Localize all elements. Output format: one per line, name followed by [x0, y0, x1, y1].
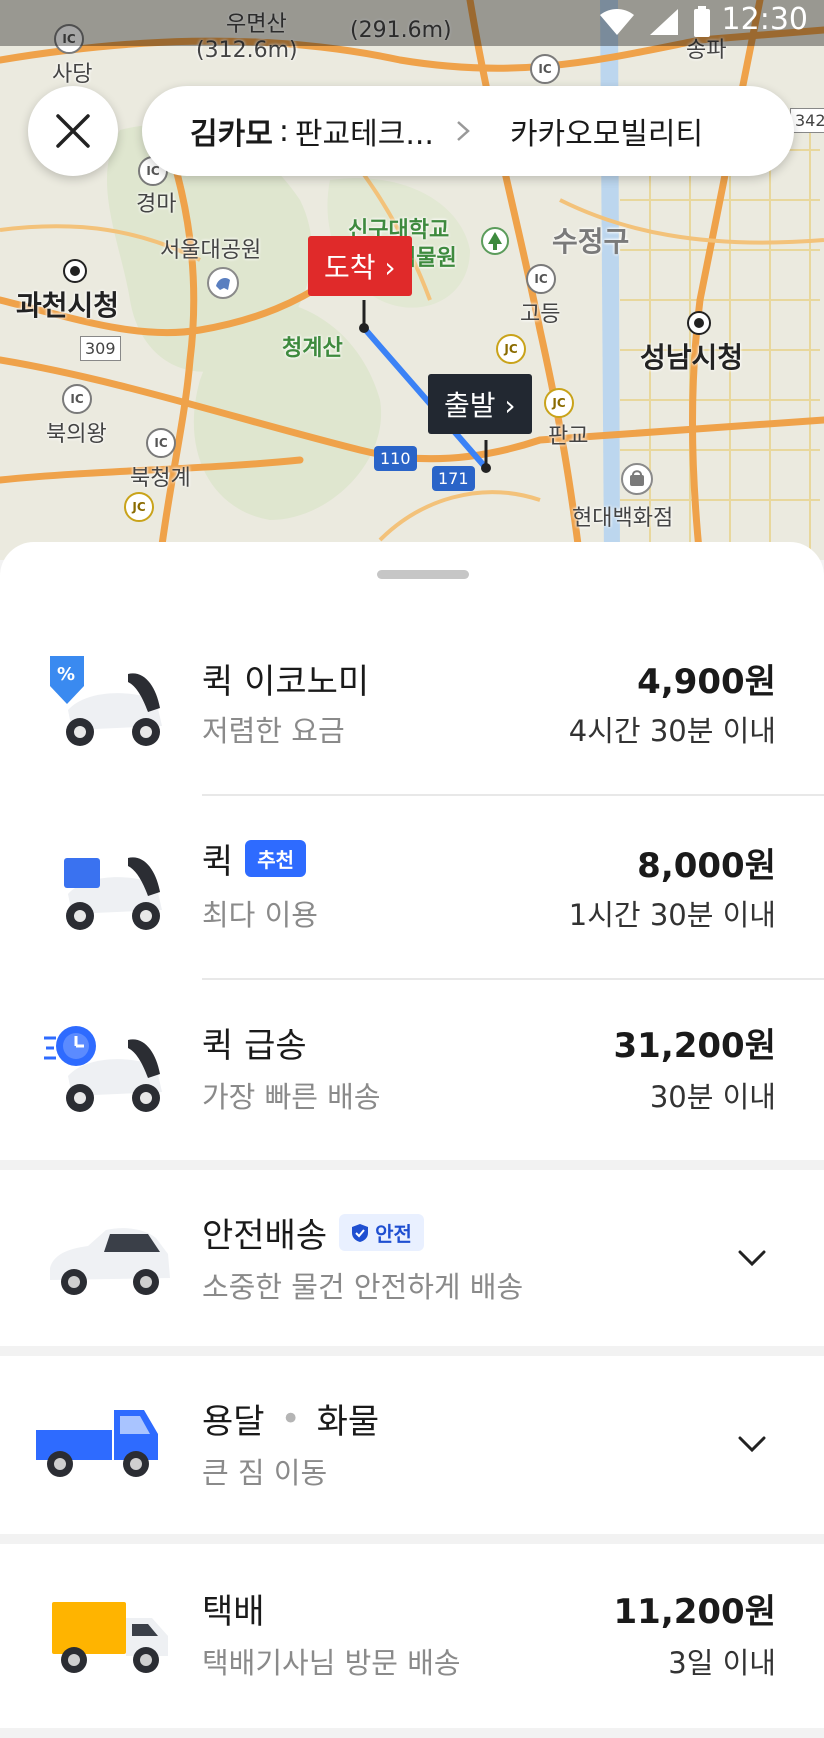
service-row-safe-delivery[interactable]: 안전배송 안전 소중한 물건 안전하게 배송 — [0, 1170, 824, 1346]
map-label-cheonggyesan: 청계산 — [282, 336, 343, 361]
section-gap — [0, 1160, 824, 1170]
service-title: 퀵 급송 — [202, 1026, 307, 1066]
wifi-icon — [600, 9, 634, 35]
scooter-box-icon — [64, 857, 162, 930]
service-subtitle: 큰 짐 이동 — [202, 1456, 328, 1490]
service-eta: 3일 이내 — [668, 1646, 776, 1680]
city-hall-marker-icon — [687, 311, 711, 335]
city-hall-marker-icon — [63, 259, 87, 283]
map-view[interactable]: 우면산 (312.6m) (291.6m) 사당 송파 경마 서울대공원 과천시… — [0, 0, 824, 560]
svg-text:%: % — [57, 664, 75, 685]
service-title: 퀵 이코노미 — [202, 662, 370, 702]
cell-signal-icon — [650, 9, 678, 35]
section-gap — [0, 1728, 824, 1738]
ic-marker: IC — [530, 54, 560, 84]
map-label-bukuiwang: 북의왕 — [46, 422, 107, 447]
route-destination: 카카오모빌리티 — [509, 117, 704, 152]
map-label-gyeongma: 경마 — [136, 192, 177, 217]
service-price: 8,000원 — [637, 846, 776, 886]
sheet-drag-handle[interactable] — [377, 570, 469, 579]
service-subtitle: 택배기사님 방문 배송 — [202, 1646, 461, 1680]
battery-icon — [694, 6, 710, 37]
service-title: 용달 • 화물 — [202, 1398, 380, 1443]
chevron-right-icon — [457, 121, 470, 141]
service-row-quick[interactable]: 퀵 추천 최다 이용 8,000원 1시간 30분 이내 — [0, 798, 824, 980]
sender-name: 김카모 — [190, 117, 273, 152]
section-gap — [0, 1534, 824, 1544]
map-label-sadang: 사당 — [52, 62, 93, 87]
service-row-quick-economy[interactable]: % 퀵 이코노미 저렴한 요금 4,900원 4시간 30분 이내 — [0, 612, 824, 796]
service-price: 4,900원 — [637, 662, 776, 702]
map-label-pangyo: 판교 — [548, 424, 589, 449]
arrive-pin[interactable]: 도착 › — [308, 236, 412, 296]
road-110-shield: 110 — [374, 446, 417, 471]
truck-icon — [36, 1410, 158, 1477]
map-label-seongnam-city-hall: 성남시청 — [640, 341, 744, 374]
route-origin: 판교테크... — [294, 117, 434, 152]
section-gap — [0, 1346, 824, 1356]
status-bar: 12:30 — [0, 0, 824, 46]
map-roads — [0, 0, 824, 560]
status-time: 12:30 — [721, 2, 808, 37]
title-dot-separator: • — [280, 1398, 301, 1439]
service-price: 11,200원 — [613, 1592, 776, 1632]
shopping-marker-icon — [621, 463, 653, 495]
depart-pin[interactable]: 출발 › — [428, 374, 532, 434]
sender-separator: : — [278, 113, 289, 149]
service-title: 택배 — [202, 1592, 265, 1632]
service-subtitle: 소중한 물건 안전하게 배송 — [202, 1270, 524, 1304]
jc-marker: JC — [496, 334, 526, 364]
close-button[interactable] — [28, 86, 118, 176]
service-subtitle: 최다 이용 — [202, 898, 318, 932]
row-divider — [202, 794, 824, 796]
safe-badge: 안전 — [339, 1214, 424, 1251]
service-eta: 1시간 30분 이내 — [568, 898, 776, 932]
service-eta: 30분 이내 — [649, 1080, 776, 1114]
service-subtitle: 저렴한 요금 — [202, 714, 345, 748]
service-sheet: % 퀵 이코노미 저렴한 요금 4,900원 4시간 30분 이내 퀵 추천 최… — [0, 542, 824, 1738]
ic-marker: IC — [146, 428, 176, 458]
recommended-badge: 추천 — [245, 840, 307, 877]
zoo-marker-icon — [207, 267, 239, 299]
jc-marker: JC — [124, 492, 154, 522]
map-label-seoul-grand-park: 서울대공원 — [160, 238, 262, 263]
tree-marker-icon — [481, 227, 509, 255]
row-divider — [202, 978, 824, 980]
car-icon — [50, 1228, 170, 1295]
road-171-shield: 171 — [432, 466, 475, 491]
map-label-bukcheonggye: 북청계 — [130, 466, 191, 491]
ic-marker: IC — [526, 264, 556, 294]
map-label-godeung: 고등 — [520, 302, 561, 327]
shield-check-icon — [352, 1223, 369, 1242]
close-icon — [56, 114, 90, 148]
service-row-parcel[interactable]: 택배 택배기사님 방문 배송 11,200원 3일 이내 — [0, 1544, 824, 1728]
service-row-truck-freight[interactable]: 용달 • 화물 큰 짐 이동 — [0, 1356, 824, 1534]
map-label-hyundai-dept: 현대백화점 — [572, 506, 674, 531]
service-eta: 4시간 30분 이내 — [568, 714, 776, 748]
service-row-quick-express[interactable]: 퀵 급송 가장 빠른 배송 31,200원 30분 이내 — [0, 982, 824, 1160]
chevron-down-icon[interactable] — [732, 1424, 772, 1464]
scooter-discount-icon: % — [50, 656, 162, 746]
service-subtitle: 가장 빠른 배송 — [202, 1080, 381, 1114]
route-summary-pill[interactable]: 김카모 : 판교테크... 카카오모빌리티 — [142, 86, 794, 176]
road-342-shield: 342 — [790, 108, 824, 133]
scooter-express-icon — [44, 1026, 162, 1112]
chevron-down-icon[interactable] — [732, 1238, 772, 1278]
jc-marker: JC — [544, 388, 574, 418]
map-label-gwacheon-city-hall: 과천시청 — [16, 289, 120, 322]
service-price: 31,200원 — [613, 1026, 776, 1066]
service-title: 안전배송 안전 — [202, 1208, 424, 1257]
road-309-shield: 309 — [80, 336, 121, 361]
ic-marker: IC — [62, 384, 92, 414]
map-label-sujeong-gu: 수정구 — [552, 225, 630, 258]
parcel-truck-icon — [52, 1602, 168, 1673]
service-title: 퀵 추천 — [202, 834, 307, 883]
